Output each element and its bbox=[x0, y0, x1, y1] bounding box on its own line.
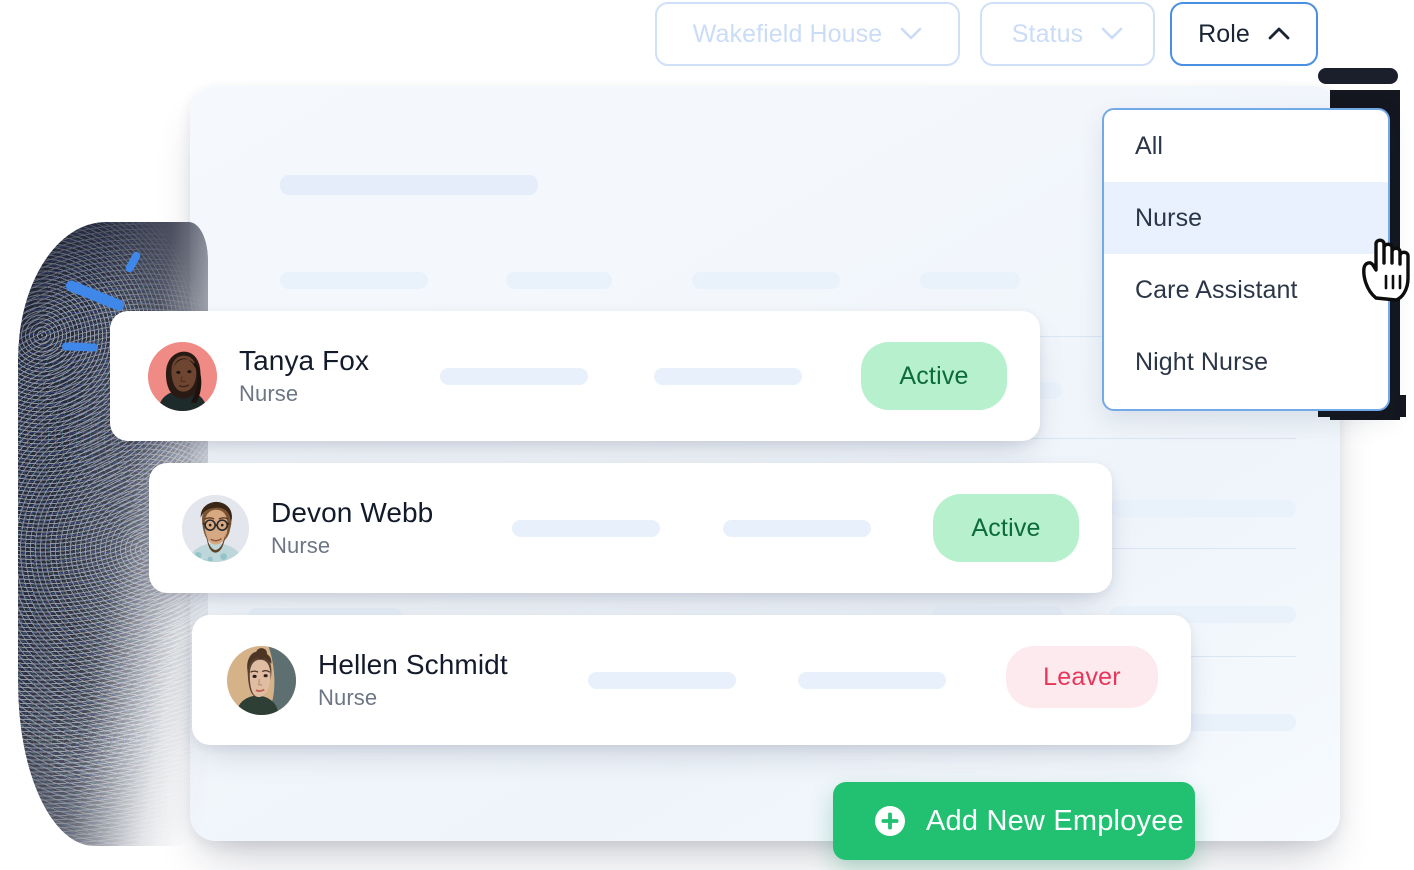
add-new-employee-button[interactable]: Add New Employee bbox=[833, 782, 1195, 860]
employee-role: Nurse bbox=[239, 380, 299, 406]
avatar bbox=[227, 645, 296, 715]
decorative-dash-mark bbox=[61, 342, 99, 352]
dropdown-option-night-nurse[interactable]: Night Nurse bbox=[1104, 326, 1388, 398]
employee-role: Nurse bbox=[318, 684, 378, 710]
filter-location-button[interactable]: Wakefield House bbox=[655, 2, 960, 66]
pointing-hand-cursor bbox=[1362, 238, 1410, 302]
dropdown-option-all[interactable]: All bbox=[1104, 110, 1388, 182]
avatar bbox=[182, 494, 249, 562]
panel-shadow bbox=[1318, 68, 1398, 84]
employee-name: Tanya Fox bbox=[239, 344, 370, 376]
dropdown-option-care-assistant[interactable]: Care Assistant bbox=[1104, 254, 1388, 326]
plus-circle-icon bbox=[875, 806, 905, 836]
employee-card[interactable]: Devon Webb Nurse Active bbox=[149, 463, 1112, 593]
skeleton-col-header bbox=[280, 272, 428, 289]
status-badge: Leaver bbox=[1006, 646, 1158, 708]
status-badge: Active bbox=[933, 494, 1079, 562]
screen-root: Wakefield House Status Role All Nurse Ca… bbox=[0, 0, 1414, 870]
employee-role: Nurse bbox=[271, 532, 331, 558]
employee-meta: Hellen Schmidt Nurse bbox=[318, 648, 508, 713]
avatar bbox=[148, 341, 217, 411]
skeleton-col-header bbox=[692, 272, 840, 289]
employee-name: Devon Webb bbox=[271, 496, 434, 528]
add-new-employee-label: Add New Employee bbox=[926, 804, 1184, 837]
role-dropdown-menu[interactable]: All Nurse Care Assistant Night Nurse bbox=[1102, 108, 1390, 411]
chevron-down-icon bbox=[900, 27, 922, 40]
filter-role-button[interactable]: Role bbox=[1170, 2, 1318, 66]
skeleton-col-header bbox=[506, 272, 612, 289]
status-badge-label: Active bbox=[971, 513, 1041, 542]
employee-card[interactable]: Hellen Schmidt Nurse Leaver bbox=[192, 615, 1191, 745]
chevron-down-icon bbox=[1101, 27, 1123, 40]
dropdown-option-label: Care Assistant bbox=[1135, 275, 1298, 304]
filter-role-label: Role bbox=[1198, 19, 1250, 48]
filter-status-label: Status bbox=[1011, 19, 1084, 48]
employee-name: Hellen Schmidt bbox=[318, 648, 508, 680]
skeleton-cell bbox=[512, 520, 660, 537]
chevron-up-icon bbox=[1268, 27, 1290, 40]
avatar-tanya-fox bbox=[148, 341, 217, 411]
skeleton-cell bbox=[1110, 500, 1296, 517]
filter-location-label: Wakefield House bbox=[692, 19, 883, 48]
filter-status-button[interactable]: Status bbox=[980, 2, 1155, 66]
avatar-devon-webb bbox=[182, 494, 249, 562]
status-badge: Active bbox=[861, 342, 1007, 410]
avatar-hellen-schmidt bbox=[227, 645, 296, 715]
dropdown-option-label: Night Nurse bbox=[1135, 347, 1269, 376]
employee-meta: Tanya Fox Nurse bbox=[239, 344, 369, 409]
status-badge-label: Leaver bbox=[1043, 662, 1121, 691]
skeleton-cell bbox=[654, 368, 802, 385]
skeleton-cell bbox=[723, 520, 871, 537]
dropdown-option-nurse[interactable]: Nurse bbox=[1104, 182, 1388, 254]
skeleton-cell bbox=[440, 368, 588, 385]
employee-card[interactable]: Tanya Fox Nurse Active bbox=[110, 311, 1040, 441]
dropdown-option-label: Nurse bbox=[1135, 203, 1203, 232]
status-badge-label: Active bbox=[899, 361, 969, 390]
dropdown-option-label: All bbox=[1135, 131, 1164, 160]
employee-meta: Devon Webb Nurse bbox=[271, 496, 433, 561]
skeleton-title-bar bbox=[280, 175, 538, 195]
skeleton-cell bbox=[798, 672, 946, 689]
skeleton-col-header bbox=[920, 272, 1020, 289]
skeleton-cell bbox=[588, 672, 736, 689]
